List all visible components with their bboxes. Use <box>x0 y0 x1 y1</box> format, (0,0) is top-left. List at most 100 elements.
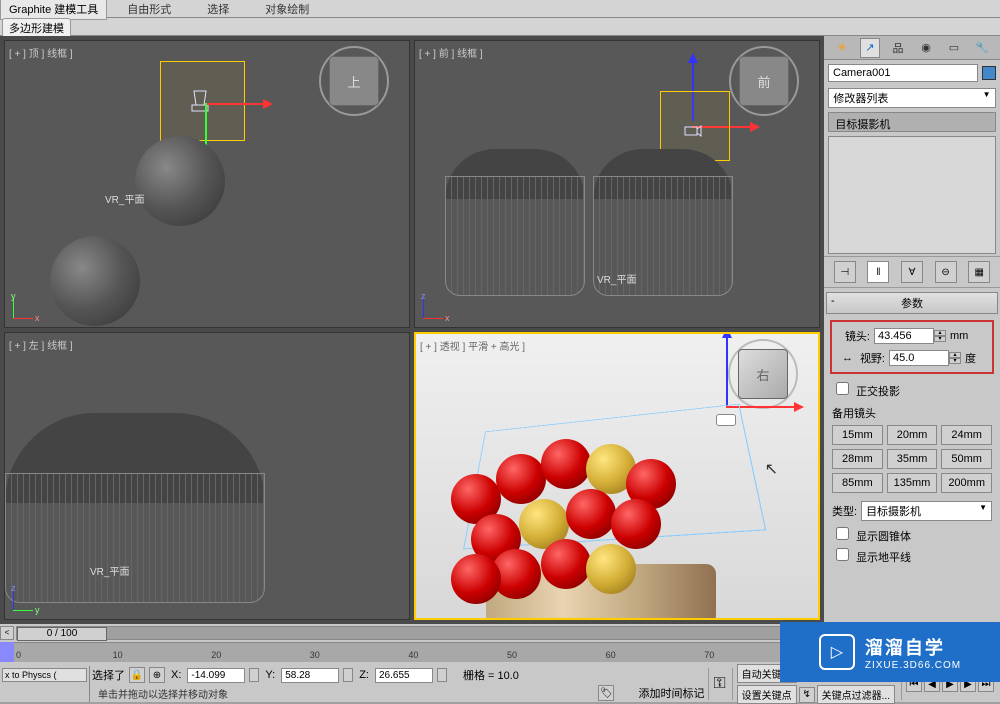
display-tab-icon[interactable]: ▭ <box>944 38 964 58</box>
menu-freeform[interactable]: 自由形式 <box>109 0 189 19</box>
parameters-rollout-header[interactable]: - 参数 <box>826 292 998 314</box>
highlighted-params-box: 镜头: ▴▾ mm ↔ 视野: ▴▾ 度 <box>830 320 994 374</box>
fov-spinner[interactable]: ▴▾ <box>949 352 961 364</box>
lens-15mm[interactable]: 15mm <box>832 425 883 445</box>
camera-gizmo[interactable] <box>683 121 703 141</box>
gizmo-z-axis[interactable] <box>726 336 728 406</box>
modifier-list-dropdown[interactable]: 修改器列表 ▼ <box>828 88 995 108</box>
modifier-stack-area[interactable] <box>828 136 995 254</box>
lens-20mm[interactable]: 20mm <box>887 425 938 445</box>
sphere-object-2[interactable] <box>50 236 140 326</box>
gizmo-x-axis[interactable] <box>205 103 265 105</box>
add-time-tag[interactable]: 添加时间标记 <box>638 685 704 701</box>
lens-135mm[interactable]: 135mm <box>887 473 938 493</box>
viewcube-top[interactable]: 上 <box>329 56 379 106</box>
graphite-tab[interactable]: Graphite 建模工具 <box>0 0 107 20</box>
tick-40: 40 <box>408 650 418 660</box>
viewport-left-label[interactable]: [ + ] 左 ] 线框 ] <box>9 337 73 352</box>
lens-28mm[interactable]: 28mm <box>832 449 883 469</box>
configure-sets-icon[interactable]: ▦ <box>968 261 990 283</box>
modify-tab-icon[interactable]: ↗ <box>860 38 880 58</box>
tick-50: 50 <box>507 650 517 660</box>
show-cone-checkbox[interactable] <box>836 527 849 540</box>
lens-85mm[interactable]: 85mm <box>832 473 883 493</box>
lens-200mm[interactable]: 200mm <box>941 473 992 493</box>
script-listener[interactable]: x to Physcs ( <box>0 666 90 702</box>
object-color-swatch[interactable] <box>982 66 996 80</box>
key-filters-button[interactable]: 关键点过滤器... <box>817 685 895 704</box>
viewport-left[interactable]: [ + ] 左 ] 线框 ] VR_平面 y z <box>4 332 410 620</box>
trackbar-toggle[interactable] <box>0 642 14 662</box>
show-end-result-icon[interactable]: ‖ <box>867 261 889 283</box>
show-cone-row: 显示圆锥体 <box>824 525 1000 546</box>
make-unique-icon[interactable]: ∀ <box>901 261 923 283</box>
create-tab-icon[interactable]: ✳ <box>832 38 852 58</box>
lens-param-row: 镜头: ▴▾ mm <box>834 326 990 346</box>
absolute-mode-icon[interactable]: ⊕ <box>149 667 165 683</box>
show-horizon-row: 显示地平线 <box>824 546 1000 567</box>
sphere-object-1[interactable] <box>135 136 225 226</box>
ortho-checkbox[interactable] <box>836 382 849 395</box>
x-spinner[interactable] <box>249 668 259 682</box>
rollout-title: 参数 <box>901 298 923 310</box>
utilities-tab-icon[interactable]: 🔧 <box>972 38 992 58</box>
hierarchy-tab-icon[interactable]: 品 <box>888 38 908 58</box>
viewport-front[interactable]: [ + ] 前 ] 线框 ] 前 VR_平面 x z <box>414 40 820 328</box>
show-horizon-checkbox[interactable] <box>836 548 849 561</box>
pin-stack-icon[interactable]: ⊣ <box>834 261 856 283</box>
lens-input[interactable] <box>874 328 934 344</box>
lock-selection-icon[interactable]: 🔒 <box>129 667 145 683</box>
stock-lenses-section: 备用镜头 15mm 20mm 24mm 28mm 35mm 50mm 85mm … <box>832 405 992 493</box>
watermark-overlay: ▷ 溜溜自学 ZIXUE.3D66.COM <box>780 622 1000 682</box>
fov-direction-icon[interactable]: ↔ <box>842 352 853 364</box>
camera-type-dropdown[interactable]: 目标摄影机 ▼ <box>861 501 992 521</box>
fov-input[interactable] <box>889 350 949 366</box>
z-coord-input[interactable] <box>375 668 433 683</box>
watermark-title: 溜溜自学 <box>865 634 961 660</box>
y-spinner[interactable] <box>343 668 353 682</box>
remove-modifier-icon[interactable]: ⊖ <box>935 261 957 283</box>
lens-spinner[interactable]: ▴▾ <box>934 330 946 342</box>
ortho-label: 正交投影 <box>856 386 900 398</box>
world-axes-icon: x z <box>423 289 453 319</box>
world-axes-icon: y z <box>13 581 43 611</box>
viewcube-perspective[interactable]: 右 <box>738 349 788 399</box>
key-icon[interactable]: ⚿ <box>713 675 725 693</box>
viewport-top[interactable]: [ + ] 顶 ] 线框 ] 上 VR_平面 x y <box>4 40 410 328</box>
key-lock-section: ⚿ <box>708 668 729 700</box>
physics-button[interactable]: x to Physcs ( <box>2 668 87 682</box>
object-name-input[interactable] <box>828 64 978 82</box>
viewcube-front[interactable]: 前 <box>739 56 789 106</box>
plane-label: VR_平面 <box>105 191 144 206</box>
basket-wireframe[interactable] <box>5 473 265 603</box>
apple-basket-render[interactable] <box>441 424 711 620</box>
x-coord-input[interactable] <box>187 668 245 683</box>
slider-prev[interactable]: < <box>0 626 14 640</box>
motion-tab-icon[interactable]: ◉ <box>916 38 936 58</box>
camera-gizmo[interactable] <box>190 89 210 109</box>
lens-50mm[interactable]: 50mm <box>941 449 992 469</box>
x-label: X: <box>169 669 183 681</box>
fov-param-row: ↔ 视野: ▴▾ 度 <box>834 348 990 368</box>
key-mode-icon[interactable]: ↯ <box>799 687 815 703</box>
viewport-perspective[interactable]: [ + ] 透视 ] 平滑 + 高光 ] 右 <box>414 332 820 620</box>
ribbon-bar: Graphite 建模工具 自由形式 选择 对象绘制 <box>0 0 1000 18</box>
viewport-front-label[interactable]: [ + ] 前 ] 线框 ] <box>419 45 483 60</box>
hint-row: 单击并拖动以选择并移动对象 🏷 添加时间标记 <box>90 684 706 702</box>
menu-object-paint[interactable]: 对象绘制 <box>247 0 327 19</box>
time-tag-icon[interactable]: 🏷 <box>598 685 614 701</box>
z-spinner[interactable] <box>437 668 447 682</box>
time-slider-handle[interactable]: 0 / 100 <box>17 627 107 641</box>
viewport-perspective-label[interactable]: [ + ] 透视 ] 平滑 + 高光 ] <box>420 338 525 353</box>
basket-wireframe-1[interactable] <box>445 176 585 296</box>
lens-button-grid: 15mm 20mm 24mm 28mm 35mm 50mm 85mm 135mm… <box>832 425 992 493</box>
y-coord-input[interactable] <box>281 668 339 683</box>
poly-modeling-tab[interactable]: 多边形建模 <box>2 18 71 38</box>
modifier-stack-item[interactable]: 目标摄影机 <box>828 112 995 132</box>
menu-selection[interactable]: 选择 <box>189 0 247 19</box>
camera-type-row: 类型: 目标摄影机 ▼ <box>824 497 1000 525</box>
lens-24mm[interactable]: 24mm <box>941 425 992 445</box>
set-key-button[interactable]: 设置关键点 <box>737 685 797 704</box>
viewport-top-label[interactable]: [ + ] 顶 ] 线框 ] <box>9 45 73 60</box>
lens-35mm[interactable]: 35mm <box>887 449 938 469</box>
